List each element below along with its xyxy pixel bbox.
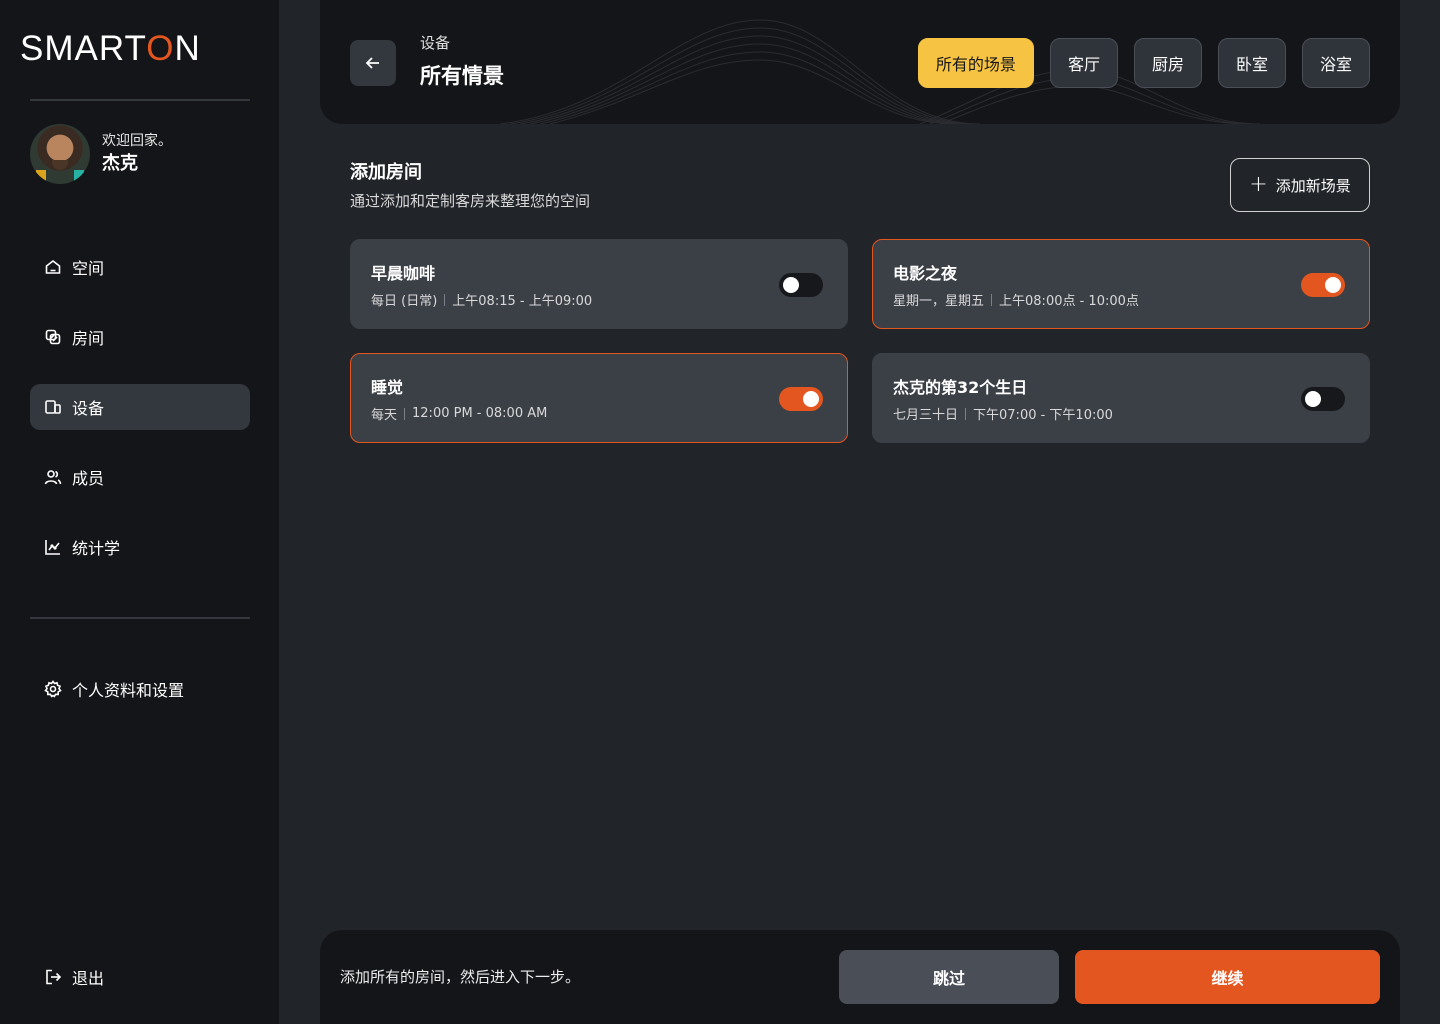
scene-toggle[interactable] — [779, 273, 823, 297]
tab-bedroom[interactable]: 卧室 — [1217, 38, 1286, 88]
sidebar-item-stats[interactable]: 统计学 — [30, 524, 250, 570]
add-scene-label: 添加新场景 — [1275, 176, 1351, 195]
toggle-knob — [1305, 391, 1321, 407]
divider — [30, 617, 250, 619]
toggle-knob — [1325, 277, 1341, 293]
scene-toggle[interactable] — [1301, 387, 1345, 411]
page-title: 所有情景 — [420, 64, 504, 88]
avatar — [30, 124, 90, 184]
logout-button[interactable]: 退出 — [30, 954, 250, 1000]
header: 设备 所有情景 所有的场景 客厅 厨房 卧室 浴室 — [320, 0, 1400, 124]
sidebar-item-space[interactable]: 空间 — [30, 244, 250, 290]
footer-bar: 添加所有的房间，然后进入下一步。 跳过 继续 — [320, 930, 1400, 1024]
gear-icon — [44, 680, 62, 698]
section-title: 添加房间 — [350, 162, 422, 183]
sidebar-item-label: 空间 — [72, 259, 105, 278]
user-profile: 欢迎回家。 杰克 — [30, 124, 172, 184]
scene-toggle[interactable] — [779, 387, 823, 411]
divider — [30, 99, 250, 101]
toggle-knob — [783, 277, 799, 293]
sidebar-item-label: 个人资料和设置 — [72, 681, 185, 700]
welcome-text: 欢迎回家。 — [102, 133, 172, 149]
scene-days: 星期一，星期五 — [893, 294, 985, 309]
sidebar-item-label: 设备 — [72, 399, 105, 418]
tab-living-room[interactable]: 客厅 — [1049, 38, 1118, 88]
scene-time: 上午08:15 - 上午09:00 — [452, 294, 593, 309]
arrow-left-icon — [365, 57, 379, 69]
tab-kitchen[interactable]: 厨房 — [1133, 38, 1202, 88]
members-icon — [44, 468, 62, 486]
home-icon — [44, 258, 62, 276]
stats-icon — [44, 538, 62, 556]
logo-power-icon: O — [146, 29, 175, 68]
sidebar-item-settings[interactable]: 个人资料和设置 — [30, 666, 250, 712]
toggle-knob — [803, 391, 819, 407]
scene-time: 12:00 PM - 08:00 AM — [412, 406, 548, 421]
rooms-icon — [44, 328, 62, 346]
logo: SMARTON — [20, 29, 201, 68]
continue-button[interactable]: 继续 — [1075, 950, 1380, 1004]
skip-button[interactable]: 跳过 — [839, 950, 1059, 1004]
scene-toggle[interactable] — [1301, 273, 1345, 297]
sidebar: SMARTON 欢迎回家。 杰克 空间 房间 设备 成员 统计学 个人资料和设置… — [0, 0, 279, 1024]
footer-hint: 添加所有的房间，然后进入下一步。 — [340, 968, 581, 986]
scene-title: 杰克的第32个生日 — [893, 378, 1028, 397]
scene-time: 下午07:00 - 下午10:00 — [973, 408, 1113, 423]
scene-title: 电影之夜 — [893, 264, 958, 283]
sidebar-item-label: 成员 — [72, 469, 105, 488]
user-name: 杰克 — [102, 153, 138, 174]
breadcrumb: 设备 — [420, 34, 451, 52]
scene-time: 上午08:00点 - 10:00点 — [999, 294, 1139, 309]
logout-label: 退出 — [72, 969, 105, 988]
scene-days: 每日 (日常) — [371, 294, 438, 309]
devices-icon — [44, 398, 62, 416]
sidebar-item-members[interactable]: 成员 — [30, 454, 250, 500]
scene-title: 睡觉 — [371, 378, 404, 397]
add-scene-button[interactable]: + 添加新场景 — [1230, 158, 1370, 212]
scene-card[interactable]: 睡觉 每天 12:00 PM - 08:00 AM — [350, 353, 848, 443]
sidebar-item-rooms[interactable]: 房间 — [30, 314, 250, 360]
scene-title: 早晨咖啡 — [371, 264, 436, 283]
sidebar-item-devices[interactable]: 设备 — [30, 384, 250, 430]
section-subtitle: 通过添加和定制客房来整理您的空间 — [350, 192, 591, 210]
scene-days: 七月三十日 — [893, 408, 959, 423]
scene-tabs: 所有的场景 客厅 厨房 卧室 浴室 — [917, 38, 1370, 88]
sidebar-nav: 空间 房间 设备 成员 统计学 — [30, 244, 250, 594]
plus-icon: + — [1249, 172, 1268, 197]
scene-card[interactable]: 早晨咖啡 每日 (日常) 上午08:15 - 上午09:00 — [350, 239, 848, 329]
tab-all-scenes[interactable]: 所有的场景 — [917, 38, 1034, 88]
scene-card[interactable]: 电影之夜 星期一，星期五 上午08:00点 - 10:00点 — [872, 239, 1370, 329]
sidebar-item-label: 房间 — [72, 329, 105, 348]
sidebar-item-label: 统计学 — [72, 539, 121, 558]
scene-days: 每天 — [371, 408, 398, 423]
scene-card[interactable]: 杰克的第32个生日 七月三十日 下午07:00 - 下午10:00 — [872, 353, 1370, 443]
logout-icon — [44, 968, 62, 986]
tab-bathroom[interactable]: 浴室 — [1301, 38, 1370, 88]
back-button[interactable] — [350, 40, 396, 86]
